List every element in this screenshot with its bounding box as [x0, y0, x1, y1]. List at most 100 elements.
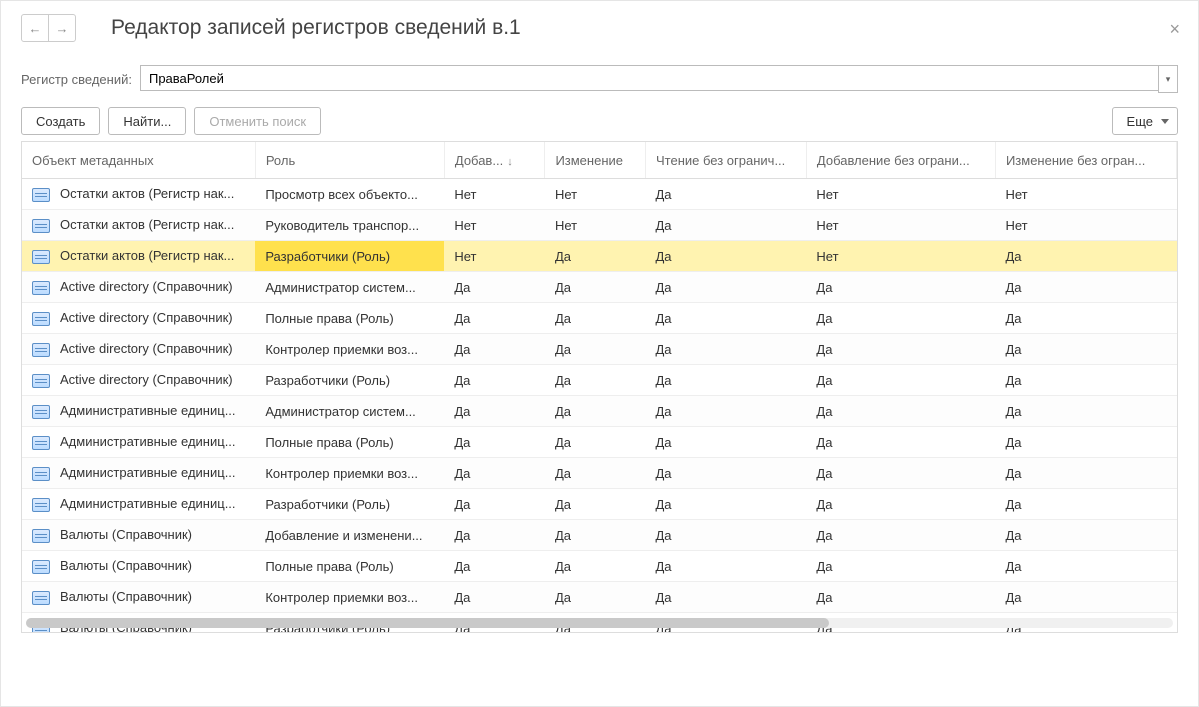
table-row[interactable]: Остатки актов (Регистр нак... Разработчик… [22, 241, 1177, 272]
forward-button[interactable]: → [48, 15, 75, 41]
cell: Административные единиц... [22, 458, 255, 489]
record-icon [32, 219, 50, 233]
table-row[interactable]: Active directory (Справочник)Администрат… [22, 272, 1177, 303]
cell-text: Валюты (Справочник) [60, 589, 192, 604]
horizontal-scrollbar[interactable] [26, 618, 1173, 628]
table-row[interactable]: Административные единиц...Контролер прие… [22, 458, 1177, 489]
table-header-row: Объект метаданных Роль Добав...↓ Изменен… [22, 142, 1177, 179]
table-row[interactable]: Active directory (Справочник)Контролер п… [22, 334, 1177, 365]
cell: Разработчики (Роль) [255, 365, 444, 396]
sort-descending-icon: ↓ [507, 156, 513, 168]
cell: Да [545, 365, 646, 396]
nav-button-group: ← → [21, 14, 76, 42]
column-header-change-unlimited[interactable]: Изменение без огран... [995, 142, 1176, 179]
record-icon [32, 374, 50, 388]
create-button[interactable]: Создать [21, 107, 100, 135]
cell: Да [995, 582, 1176, 613]
horizontal-scrollbar-thumb[interactable] [26, 618, 829, 628]
back-button[interactable]: ← [22, 15, 48, 41]
cell: Да [545, 551, 646, 582]
column-header-add-unlimited[interactable]: Добавление без ограни... [806, 142, 995, 179]
record-icon [32, 250, 50, 264]
cell-text: Active directory (Справочник) [60, 279, 233, 294]
cell: Да [444, 582, 545, 613]
cell: Да [646, 272, 807, 303]
cell: Да [444, 458, 545, 489]
cell-text: Остатки актов (Регистр нак... [60, 248, 234, 263]
table-row[interactable]: Остатки актов (Регистр нак...Просмотр вс… [22, 179, 1177, 210]
cell-text: Административные единиц... [60, 496, 236, 511]
cell: Да [806, 396, 995, 427]
window: ← → Редактор записей регистров сведений … [0, 0, 1199, 707]
cell: Валюты (Справочник) [22, 582, 255, 613]
table-row[interactable]: Валюты (Справочник)Контролер приемки воз… [22, 582, 1177, 613]
close-button[interactable]: × [1169, 19, 1180, 40]
record-icon [32, 591, 50, 605]
cell: Валюты (Справочник) [22, 551, 255, 582]
cell: Нет [806, 210, 995, 241]
table-row[interactable]: Административные единиц...Разработчики (… [22, 489, 1177, 520]
cell: Административные единиц... [22, 396, 255, 427]
table-row[interactable]: Валюты (Справочник)Добавление и изменени… [22, 520, 1177, 551]
cell: Да [995, 303, 1176, 334]
cell: Да [646, 303, 807, 334]
cell: Да [995, 396, 1176, 427]
cell: Разработчики (Роль) [255, 241, 444, 272]
column-header-add[interactable]: Добав...↓ [444, 142, 545, 179]
title-bar: ← → Редактор записей регистров сведений … [21, 11, 1178, 45]
more-button[interactable]: Еще [1112, 107, 1178, 135]
cell-text: Административные единиц... [60, 434, 236, 449]
cell: Да [646, 210, 807, 241]
cell: Да [444, 427, 545, 458]
cell: Да [444, 365, 545, 396]
cell: Валюты (Справочник) [22, 520, 255, 551]
register-dropdown-button[interactable]: ▾ [1158, 65, 1178, 93]
cell: Администратор систем... [255, 396, 444, 427]
cell: Да [995, 365, 1176, 396]
table-row[interactable]: Active directory (Справочник)Разработчик… [22, 365, 1177, 396]
cell: Active directory (Справочник) [22, 272, 255, 303]
cell: Active directory (Справочник) [22, 365, 255, 396]
data-grid: Объект метаданных Роль Добав...↓ Изменен… [21, 141, 1178, 633]
table-row[interactable]: Остатки актов (Регистр нак...Руководител… [22, 210, 1177, 241]
cell: Нет [444, 210, 545, 241]
cell: Нет [444, 179, 545, 210]
cell: Да [545, 396, 646, 427]
table-row[interactable]: Active directory (Справочник)Полные прав… [22, 303, 1177, 334]
column-header-object[interactable]: Объект метаданных [22, 142, 255, 179]
cell: Да [646, 551, 807, 582]
cell: Да [444, 520, 545, 551]
cell: Active directory (Справочник) [22, 303, 255, 334]
cell: Да [545, 272, 646, 303]
cell: Да [646, 179, 807, 210]
cell: Административные единиц... [22, 489, 255, 520]
cell: Да [646, 489, 807, 520]
cell: Да [995, 551, 1176, 582]
cell: Да [806, 427, 995, 458]
column-header-role[interactable]: Роль [255, 142, 444, 179]
cell: Active directory (Справочник) [22, 334, 255, 365]
cell: Да [444, 334, 545, 365]
cell: Нет [545, 179, 646, 210]
register-input[interactable] [140, 65, 1158, 91]
cell: Да [995, 520, 1176, 551]
cell: Да [646, 334, 807, 365]
find-button[interactable]: Найти... [108, 107, 186, 135]
cell: Да [545, 458, 646, 489]
cell: Да [806, 520, 995, 551]
cell-text: Административные единиц... [60, 465, 236, 480]
cell: Да [545, 520, 646, 551]
cell: Да [646, 520, 807, 551]
table-row[interactable]: Валюты (Справочник)Полные права (Роль)Да… [22, 551, 1177, 582]
table-row[interactable]: Административные единиц...Администратор … [22, 396, 1177, 427]
column-header-read-unlimited[interactable]: Чтение без огранич... [646, 142, 807, 179]
register-select: ▾ [140, 65, 1178, 93]
record-icon [32, 498, 50, 512]
cell: Контролер приемки воз... [255, 334, 444, 365]
cell: Да [806, 458, 995, 489]
cell: Да [646, 427, 807, 458]
table-row[interactable]: Административные единиц...Полные права (… [22, 427, 1177, 458]
toolbar: Создать Найти... Отменить поиск Еще [21, 107, 1178, 135]
column-header-change[interactable]: Изменение [545, 142, 646, 179]
cell: Да [444, 396, 545, 427]
